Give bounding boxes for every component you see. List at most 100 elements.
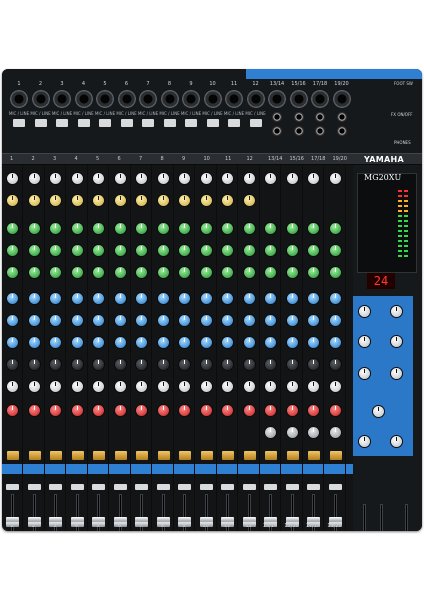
gain-knob-icon[interactable]	[286, 173, 298, 184]
fx2-knob-icon[interactable]	[243, 359, 255, 370]
master-knob-icon[interactable]	[391, 368, 402, 379]
gain-knob-icon[interactable]	[71, 173, 83, 184]
eq-low-knob-icon[interactable]	[308, 267, 319, 278]
level-knob-icon[interactable]	[286, 405, 298, 416]
eq-high-knob-icon[interactable]	[329, 223, 341, 234]
xlr-jack-icon[interactable]	[31, 90, 50, 108]
phone-jack-icon[interactable]	[336, 126, 347, 136]
level-knob-icon[interactable]	[179, 405, 190, 416]
pan-knob-icon[interactable]	[7, 381, 18, 392]
aux1-knob-icon[interactable]	[200, 293, 212, 304]
fx2-knob-icon[interactable]	[50, 359, 61, 370]
gain-knob-icon[interactable]	[114, 173, 126, 184]
gain-knob-icon[interactable]	[136, 173, 147, 184]
pfl-button[interactable]	[285, 484, 299, 490]
fx1-knob-icon[interactable]	[7, 337, 18, 348]
gain-knob-icon[interactable]	[50, 173, 61, 184]
aux1-knob-icon[interactable]	[243, 293, 255, 304]
pan-knob-icon[interactable]	[265, 381, 276, 392]
pfl-button[interactable]	[242, 484, 256, 490]
pad-switch[interactable]	[13, 119, 25, 127]
aux2-knob-icon[interactable]	[179, 315, 190, 326]
pfl-button[interactable]	[156, 484, 170, 490]
eq-mid-knob-icon[interactable]	[222, 245, 233, 256]
fx1-knob-icon[interactable]	[308, 337, 319, 348]
comp-knob-icon[interactable]	[222, 195, 233, 206]
pan-knob-icon[interactable]	[308, 381, 319, 392]
pfl-button[interactable]	[264, 484, 277, 490]
pfl-button[interactable]	[70, 484, 84, 490]
comp-knob-icon[interactable]	[71, 195, 83, 206]
xlr-jack-icon[interactable]	[182, 90, 200, 108]
fx2-knob-icon[interactable]	[329, 359, 341, 370]
phone-jack-icon[interactable]	[272, 112, 282, 122]
aux1-knob-icon[interactable]	[157, 293, 169, 304]
eq-low-knob-icon[interactable]	[136, 267, 147, 278]
eq-mid-knob-icon[interactable]	[93, 245, 104, 256]
eq-low-knob-icon[interactable]	[265, 267, 276, 278]
aux1-knob-icon[interactable]	[71, 293, 83, 304]
comp-knob-icon[interactable]	[50, 195, 61, 206]
fx1-knob-icon[interactable]	[157, 337, 169, 348]
xlr-jack-icon[interactable]	[311, 90, 329, 108]
eq-mid-knob-icon[interactable]	[136, 245, 147, 256]
master-knob-icon[interactable]	[359, 368, 370, 379]
comp-knob-icon[interactable]	[243, 195, 255, 206]
channel-on-button[interactable]	[243, 451, 256, 460]
eq-mid-knob-icon[interactable]	[28, 245, 40, 256]
fx1-knob-icon[interactable]	[243, 337, 255, 348]
gain-knob-icon[interactable]	[7, 173, 18, 184]
aux1-knob-icon[interactable]	[50, 293, 61, 304]
bal-knob-icon[interactable]	[329, 427, 341, 438]
eq-low-knob-icon[interactable]	[50, 267, 61, 278]
pad-switch[interactable]	[163, 119, 176, 127]
fx1-knob-icon[interactable]	[114, 337, 126, 348]
pan-knob-icon[interactable]	[114, 381, 126, 392]
pan-knob-icon[interactable]	[200, 381, 212, 392]
comp-knob-icon[interactable]	[200, 195, 212, 206]
fx2-knob-icon[interactable]	[179, 359, 190, 370]
fx2-knob-icon[interactable]	[308, 359, 319, 370]
channel-on-button[interactable]	[157, 451, 170, 460]
comp-knob-icon[interactable]	[157, 195, 169, 206]
eq-high-knob-icon[interactable]	[286, 223, 298, 234]
eq-mid-knob-icon[interactable]	[179, 245, 190, 256]
fx2-knob-icon[interactable]	[222, 359, 233, 370]
eq-mid-knob-icon[interactable]	[157, 245, 169, 256]
eq-low-knob-icon[interactable]	[243, 267, 255, 278]
aux1-knob-icon[interactable]	[179, 293, 190, 304]
level-knob-icon[interactable]	[265, 405, 276, 416]
fx1-knob-icon[interactable]	[50, 337, 61, 348]
aux1-knob-icon[interactable]	[114, 293, 126, 304]
eq-mid-knob-icon[interactable]	[7, 245, 18, 256]
eq-mid-knob-icon[interactable]	[286, 245, 298, 256]
fx1-knob-icon[interactable]	[222, 337, 233, 348]
pad-switch[interactable]	[34, 119, 47, 127]
pan-knob-icon[interactable]	[136, 381, 147, 392]
pan-knob-icon[interactable]	[157, 381, 169, 392]
level-knob-icon[interactable]	[28, 405, 40, 416]
fx2-knob-icon[interactable]	[265, 359, 276, 370]
pfl-button[interactable]	[92, 484, 105, 490]
phone-jack-icon[interactable]	[293, 112, 304, 122]
fx1-knob-icon[interactable]	[136, 337, 147, 348]
eq-low-knob-icon[interactable]	[28, 267, 40, 278]
eq-high-knob-icon[interactable]	[265, 223, 276, 234]
xlr-jack-icon[interactable]	[268, 90, 286, 108]
pfl-button[interactable]	[135, 484, 148, 490]
channel-on-button[interactable]	[308, 451, 320, 460]
gain-knob-icon[interactable]	[222, 173, 233, 184]
pfl-button[interactable]	[199, 484, 213, 490]
fx1-knob-icon[interactable]	[286, 337, 298, 348]
master-knob-icon[interactable]	[391, 436, 402, 447]
pad-switch[interactable]	[99, 119, 111, 127]
pan-knob-icon[interactable]	[222, 381, 233, 392]
pad-switch[interactable]	[77, 119, 90, 127]
level-knob-icon[interactable]	[71, 405, 83, 416]
master-knob-icon[interactable]	[359, 436, 370, 447]
eq-high-knob-icon[interactable]	[114, 223, 126, 234]
pad-switch[interactable]	[206, 119, 219, 127]
xlr-jack-icon[interactable]	[10, 90, 28, 108]
fx1-knob-icon[interactable]	[93, 337, 104, 348]
xlr-jack-icon[interactable]	[117, 90, 136, 108]
